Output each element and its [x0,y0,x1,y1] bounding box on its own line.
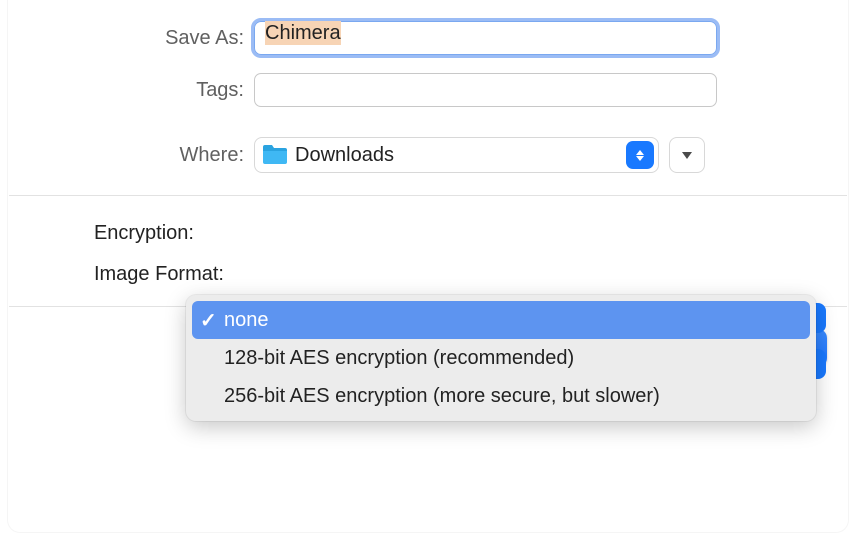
where-folder-name: Downloads [295,144,626,167]
image-format-row: Image Format: [29,263,827,286]
encryption-option-none[interactable]: ✓ none [192,301,810,339]
options-section: Encryption: Image Format: [9,195,847,306]
tags-label: Tags: [29,79,254,102]
save-as-input[interactable]: Chimera [254,21,717,55]
save-dialog: Save As: Chimera Tags: Where: [8,0,848,532]
encryption-option-label: 128-bit AES encryption (recommended) [224,347,574,370]
save-as-value: Chimera [265,21,341,45]
where-row: Where: Downloads [29,137,827,173]
save-as-row: Save As: Chimera [29,21,827,55]
file-section: Save As: Chimera Tags: Where: [9,1,847,195]
checkmark-icon: ✓ [200,308,222,333]
tags-input[interactable] [254,73,717,107]
where-popup[interactable]: Downloads [254,137,659,173]
encryption-option-128[interactable]: ✓ 128-bit AES encryption (recommended) [192,339,810,377]
encryption-row: Encryption: [29,222,827,245]
encryption-label: Encryption: [29,222,204,245]
where-stepper-icon [626,141,654,169]
expand-location-button[interactable] [669,137,705,173]
folder-icon [263,145,287,165]
chevron-down-icon [682,152,692,159]
save-as-label: Save As: [29,27,254,50]
encryption-option-256[interactable]: ✓ 256-bit AES encryption (more secure, b… [192,377,810,415]
encryption-option-label: 256-bit AES encryption (more secure, but… [224,385,660,408]
image-format-label: Image Format: [29,263,224,286]
encryption-dropdown-menu: ✓ none ✓ 128-bit AES encryption (recomme… [186,295,816,421]
tags-row: Tags: [29,73,827,107]
encryption-option-label: none [224,309,269,332]
where-label: Where: [29,144,254,167]
